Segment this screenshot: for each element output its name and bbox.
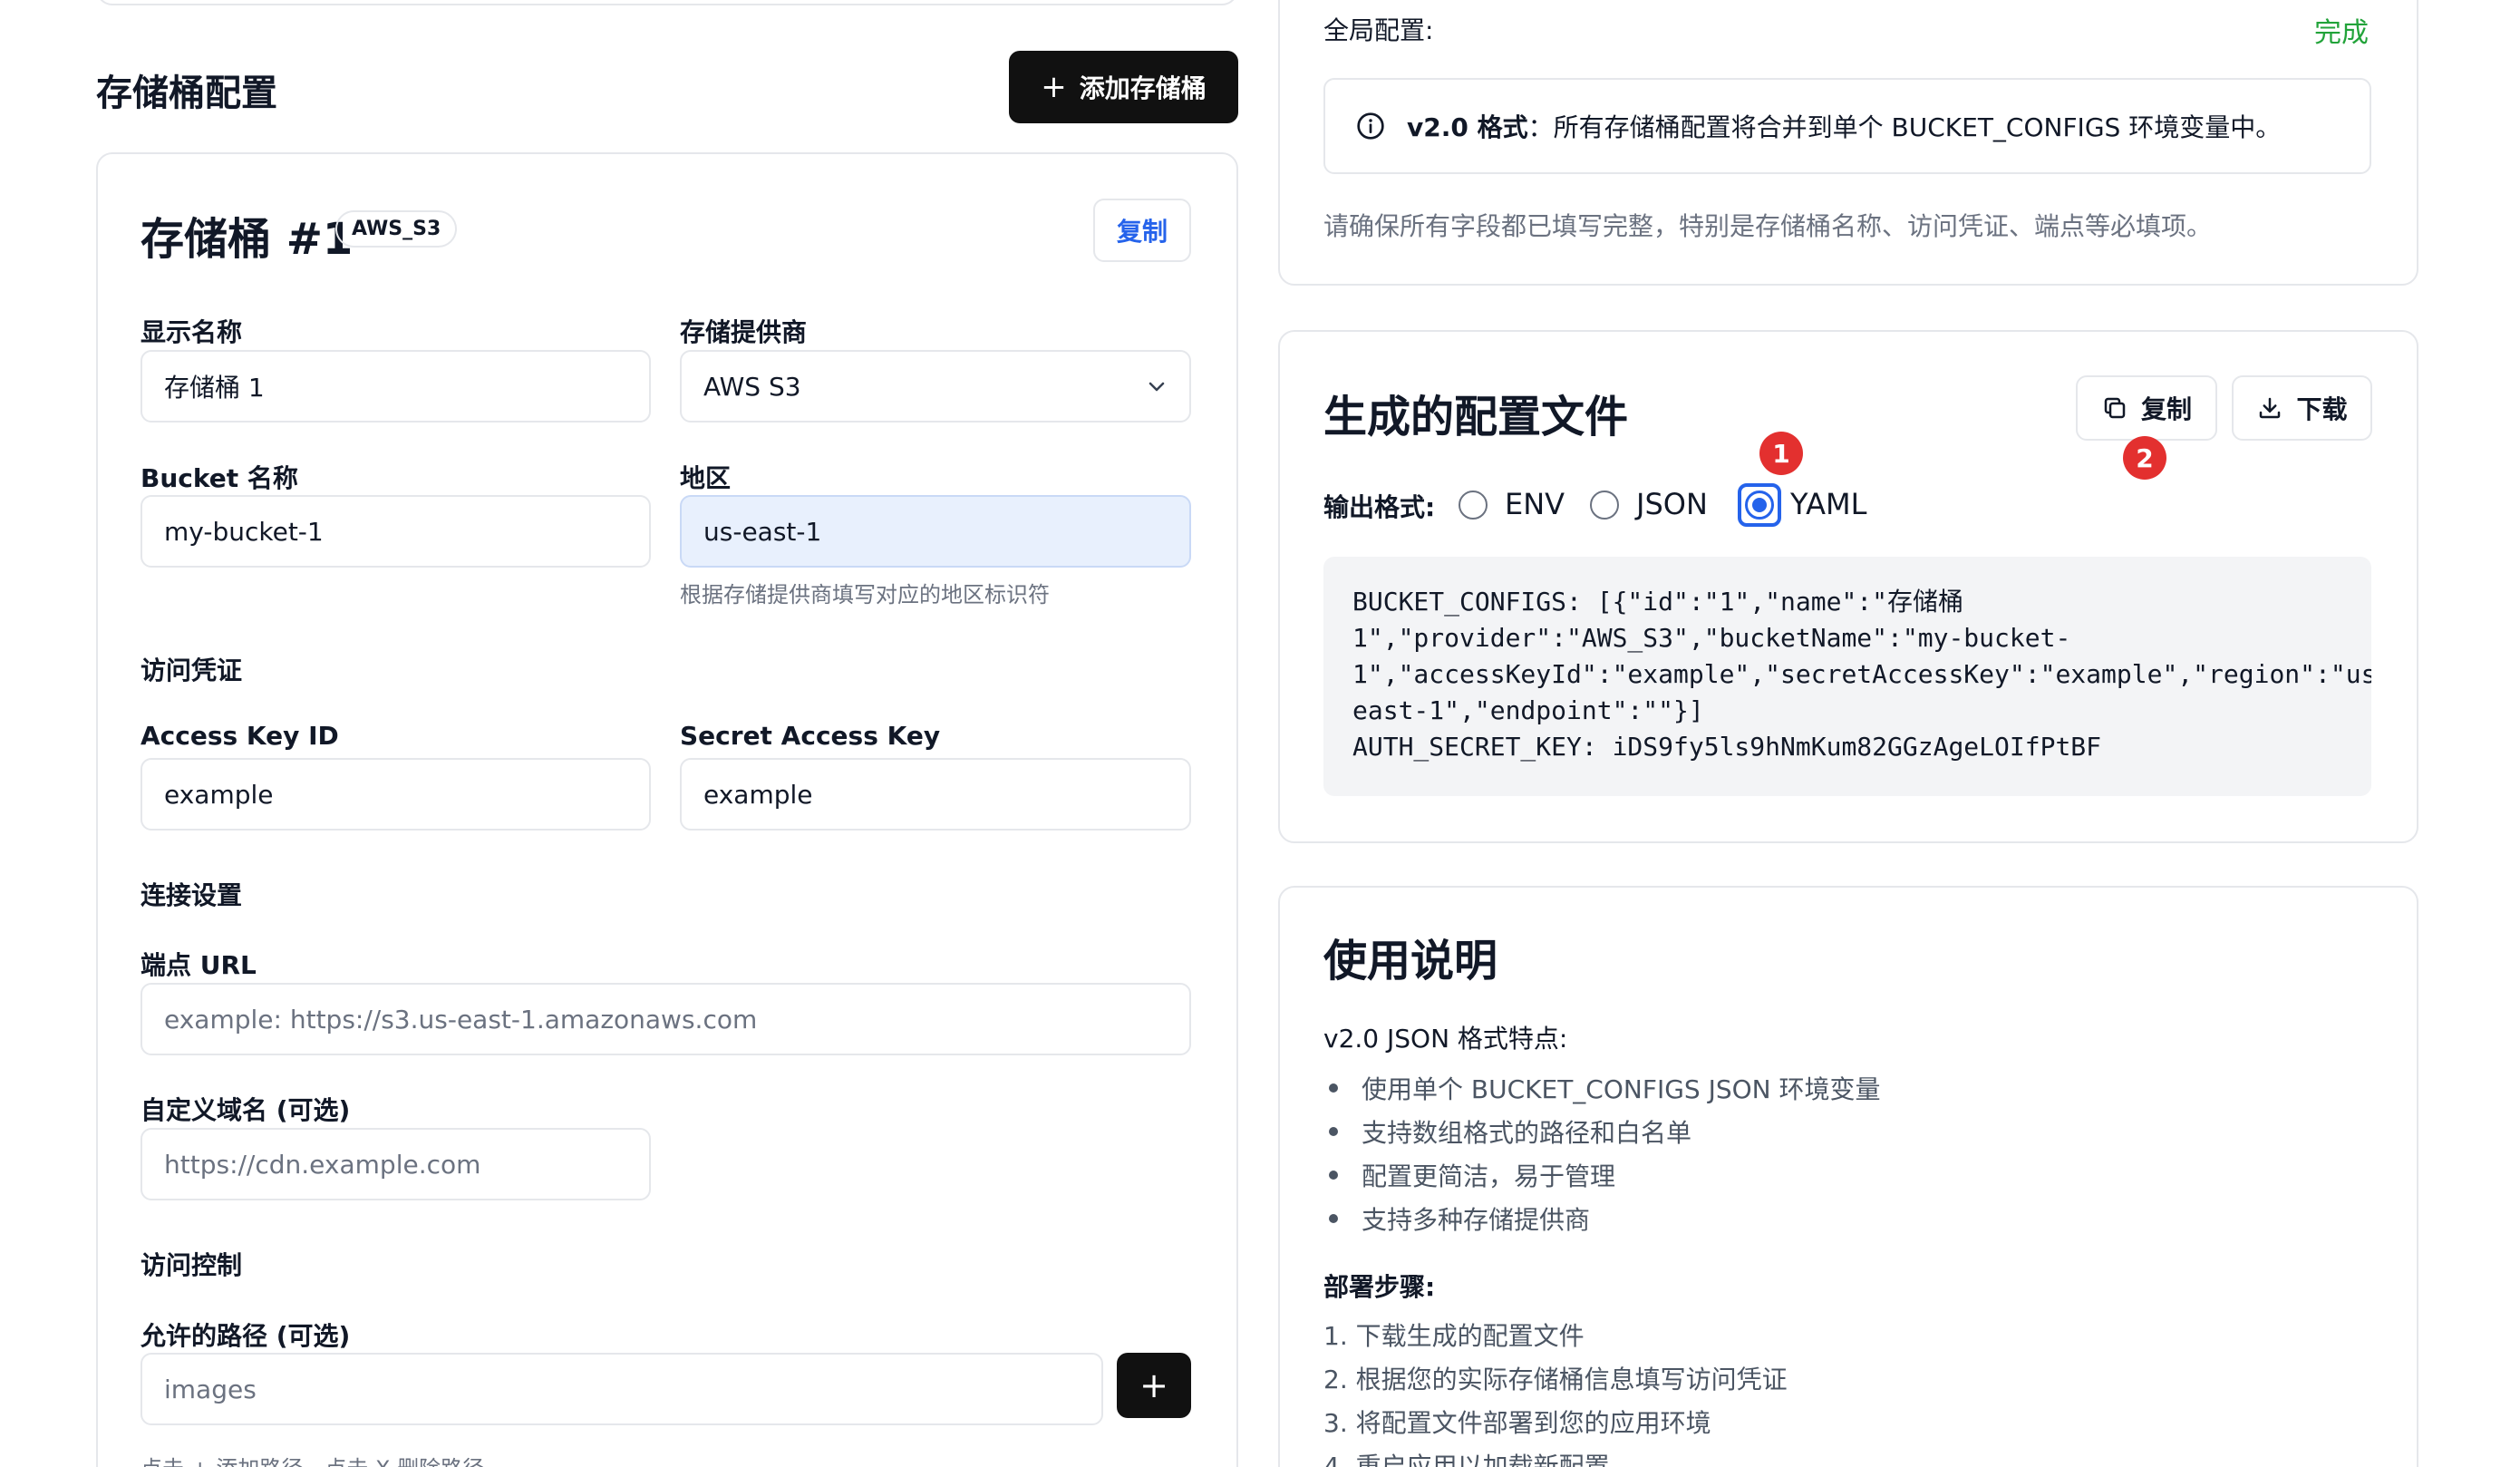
list-item: 1. 下载生成的配置文件 [1323,1321,1585,1351]
download-icon [2256,394,2283,422]
info-icon [1356,112,1385,141]
copy-bucket-button[interactable]: 复制 [1093,199,1191,262]
global-config-label: 全局配置: [1323,15,1434,45]
feature-text: 使用单个 BUCKET_CONFIGS JSON 环境变量 [1362,1074,1881,1104]
marker-1: 1 [1759,432,1803,475]
section-title: 存储桶配置 [96,73,277,114]
bullet-icon [1329,1214,1338,1223]
format-json-label[interactable]: JSON [1636,487,1708,521]
bullet-icon [1329,1127,1338,1136]
custom-domain-input[interactable]: https://cdn.example.com [141,1128,651,1200]
code-line: AUTH_SECRET_KEY: iDS9fy5ls9hNmKum82GGzAg… [1352,732,2102,762]
bucket-name-label: Bucket 名称 [141,463,298,493]
allowed-paths-input[interactable]: images [141,1353,1103,1425]
global-note: 请确保所有字段都已填写完整，特别是存储桶名称、访问凭证、端点等必填项。 [1323,211,2213,241]
bucket-title: 存储桶 #1 [141,214,354,265]
generated-title: 生成的配置文件 [1323,392,1629,442]
code-line: east-1","endpoint":""}] [1352,695,1704,725]
region-input[interactable]: us-east-1 [680,495,1191,568]
download-config-label: 下载 [2296,394,2348,424]
code-line: BUCKET_CONFIGS: [{"id":"1","name":"存储桶 [1352,587,1964,617]
provider-badge: AWS_S3 [335,210,458,248]
add-bucket-button[interactable]: + 添加存储桶 [1009,51,1238,123]
secret-key-input[interactable]: example [680,758,1191,831]
plus-icon: + [1041,69,1067,105]
copy-icon [2101,394,2128,422]
list-item: 3. 将配置文件部署到您的应用环境 [1323,1408,1711,1438]
config-code-block: BUCKET_CONFIGS: [{"id":"1","name":"存储桶 1… [1323,557,2371,796]
format-yaml-label[interactable]: YAML [1790,487,1866,521]
bucket-name-input[interactable]: my-bucket-1 [141,495,651,568]
code-line: 1","accessKeyId":"example","secretAccess… [1352,659,2371,689]
marker-2: 2 [2123,436,2166,480]
info-banner: v2.0 格式 ：所有存储桶配置将合并到单个 BUCKET_CONFIGS 环境… [1323,78,2371,174]
feature-text: 支持数组格式的路径和白名单 [1362,1118,1692,1148]
connection-title: 连接设置 [141,880,243,910]
allowed-paths-label: 允许的路径 (可选) [141,1321,351,1351]
region-hint: 根据存储提供商填写对应的地区标识符 [680,582,1050,607]
provider-select[interactable]: AWS S3 [680,350,1191,423]
steps-list: 1. 下载生成的配置文件 2. 根据您的实际存储桶信息填写访问凭证 3. 将配置… [1323,1313,1788,1467]
endpoint-label: 端点 URL [141,950,257,980]
done-status: 完成 [2314,17,2369,49]
copy-bucket-label: 复制 [1116,217,1168,247]
display-name-label: 显示名称 [141,317,243,347]
access-key-input[interactable]: example [141,758,651,831]
features-title: v2.0 JSON 格式特点: [1323,1024,1568,1054]
download-config-button[interactable]: 下载 [2232,375,2372,441]
add-path-button[interactable]: + [1117,1353,1191,1418]
provider-label: 存储提供商 [680,317,808,347]
plus-icon: + [1139,1365,1168,1405]
list-item: 支持多种存储提供商 [1323,1197,1881,1240]
copy-config-label: 复制 [2140,394,2192,424]
add-bucket-label: 添加存储桶 [1079,73,1207,103]
display-name-input[interactable]: 存储桶 1 [141,350,651,423]
format-env-radio[interactable] [1459,491,1488,520]
credentials-title: 访问凭证 [141,656,243,685]
provider-value: AWS S3 [703,371,801,402]
list-item: 2. 根据您的实际存储桶信息填写访问凭证 [1323,1365,1788,1394]
list-item: 配置更简洁，易于管理 [1323,1153,1881,1197]
access-key-label: Access Key ID [141,721,339,751]
previous-card-bottom [96,0,1238,5]
list-item: 支持数组格式的路径和白名单 [1323,1110,1881,1153]
format-label: 输出格式: [1323,492,1436,522]
chevron-down-icon [1146,375,1168,397]
feature-text: 配置更简洁，易于管理 [1362,1161,1616,1191]
custom-domain-label: 自定义域名 (可选) [141,1095,351,1125]
paths-hint: 点击 + 添加路径，点击 X 删除路径 [141,1451,484,1467]
feature-text: 支持多种存储提供商 [1362,1205,1591,1235]
list-item: 4. 重启应用以加载新配置 [1323,1452,1610,1467]
features-list: 使用单个 BUCKET_CONFIGS JSON 环境变量 支持数组格式的路径和… [1323,1066,1881,1240]
access-control-title: 访问控制 [141,1250,243,1280]
copy-config-button[interactable]: 复制 [2076,375,2217,441]
list-item: 使用单个 BUCKET_CONFIGS JSON 环境变量 [1323,1066,1881,1110]
steps-title: 部署步骤: [1323,1272,1436,1302]
bullet-icon [1329,1171,1338,1180]
code-line: 1","provider":"AWS_S3","bucketName":"my-… [1352,623,2071,653]
endpoint-input[interactable]: example: https://s3.us-east-1.amazonaws.… [141,983,1191,1055]
usage-title: 使用说明 [1323,936,1498,986]
region-label: 地区 [680,463,732,493]
secret-key-label: Secret Access Key [680,721,941,751]
info-text: ：所有存储桶配置将合并到单个 BUCKET_CONFIGS 环境变量中。 [1527,112,2282,142]
format-env-label[interactable]: ENV [1505,487,1565,521]
info-format-label: v2.0 格式 [1407,112,1528,142]
format-json-radio[interactable] [1590,491,1619,520]
format-yaml-radio[interactable] [1745,491,1774,520]
bullet-icon [1329,1083,1338,1093]
